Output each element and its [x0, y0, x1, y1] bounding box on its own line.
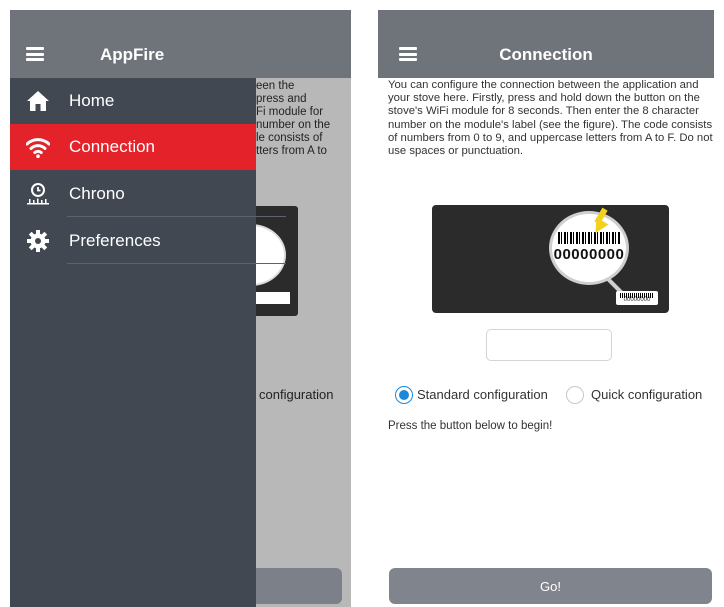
option-label: Standard configuration	[417, 387, 548, 402]
figure-code: 00000000	[553, 246, 625, 263]
app-title: AppFire	[100, 45, 165, 64]
barcode-icon	[558, 232, 620, 244]
background-text-line: press and	[256, 93, 307, 105]
menu-icon[interactable]	[26, 47, 44, 61]
background-barcode	[256, 292, 290, 304]
background-text-line: Fi module for	[256, 106, 324, 118]
menu-item-connection[interactable]: Connection	[10, 124, 256, 170]
gear-icon	[27, 230, 49, 252]
background-text-line: le consists of	[256, 132, 323, 144]
menu-item-chrono[interactable]: Chrono	[10, 171, 286, 217]
menu-item-preferences[interactable]: Preferences	[10, 218, 286, 264]
menu-item-label: Chrono	[69, 184, 125, 203]
nav-drawer: AppFire Home Connection Chrono Preferenc…	[10, 10, 286, 607]
menu-item-label: Preferences	[69, 231, 161, 250]
menu-divider	[67, 263, 286, 264]
background-figure	[216, 206, 298, 316]
small-code: 00000000	[623, 297, 651, 303]
background-intro-text: een the press and Fi module for number o…	[256, 80, 351, 200]
radio-button-selected[interactable]	[395, 386, 413, 404]
module-code-input[interactable]	[486, 329, 612, 361]
connection-screen: Connection You can configure the connect…	[378, 10, 714, 607]
background-go-button	[256, 568, 342, 604]
radio-button[interactable]	[566, 386, 584, 404]
background-text-line: number on the	[256, 119, 331, 131]
magnifier-icon: 00000000	[549, 207, 629, 285]
go-button[interactable]: Go!	[389, 568, 712, 604]
begin-hint: Press the button below to begin!	[388, 420, 553, 432]
menu-item-home[interactable]: Home	[10, 78, 256, 124]
home-icon	[27, 91, 49, 111]
top-bar: Connection	[378, 10, 714, 78]
quick-config-option[interactable]: Quick configuration	[566, 386, 711, 406]
background-config-label: configuration	[259, 387, 334, 402]
page-title: Connection	[499, 45, 593, 64]
instructions-text: You can configure the connection between…	[388, 79, 713, 158]
menu-item-label: Home	[69, 91, 115, 110]
standard-config-option[interactable]: Standard configuration	[395, 386, 555, 406]
menu-divider	[67, 216, 286, 217]
chrono-icon	[27, 183, 49, 205]
option-label: Quick configuration	[591, 387, 703, 402]
menu-item-label: Connection	[69, 137, 156, 156]
background-text-line: tters from A to	[256, 145, 327, 157]
drawer-screen: een the press and Fi module for number o…	[10, 10, 351, 607]
background-text-line: een the	[256, 80, 295, 92]
module-label-figure: 00000000 00000000	[432, 205, 669, 313]
drawer-header: AppFire	[10, 10, 256, 78]
module-label: 00000000	[616, 291, 658, 305]
wifi-icon	[26, 138, 50, 158]
